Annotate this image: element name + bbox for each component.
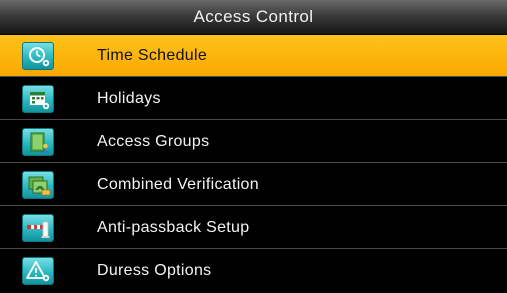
menu-item-access-groups[interactable]: Access Groups	[0, 121, 507, 163]
door-person-icon	[22, 128, 54, 156]
menu-item-label: Anti-passback Setup	[97, 219, 250, 236]
menu-item-combined-verification[interactable]: Combined Verification	[0, 164, 507, 206]
menu-item-label: Combined Verification	[97, 176, 259, 193]
menu-item-duress-options[interactable]: Duress Options	[0, 250, 507, 292]
title-bar: Access Control	[0, 0, 507, 35]
warning-gear-icon	[22, 257, 54, 285]
menu-item-anti-passback-setup[interactable]: Anti-passback Setup	[0, 207, 507, 249]
access-control-screen: Access Control Time Schedule Holidays Ac…	[0, 0, 507, 293]
fingerprint-card-icon	[22, 171, 54, 199]
menu-item-holidays[interactable]: Holidays	[0, 78, 507, 120]
barrier-gate-icon	[22, 214, 54, 242]
page-title: Access Control	[193, 7, 314, 26]
access-control-menu: Time Schedule Holidays Access Groups Com…	[0, 35, 507, 293]
menu-item-label: Access Groups	[97, 133, 210, 150]
menu-item-label: Time Schedule	[97, 47, 208, 64]
calendar-gear-icon	[22, 85, 54, 113]
clock-gear-icon	[22, 42, 54, 70]
menu-item-label: Holidays	[97, 90, 161, 107]
menu-item-time-schedule[interactable]: Time Schedule	[0, 35, 507, 77]
menu-item-label: Duress Options	[97, 262, 212, 279]
